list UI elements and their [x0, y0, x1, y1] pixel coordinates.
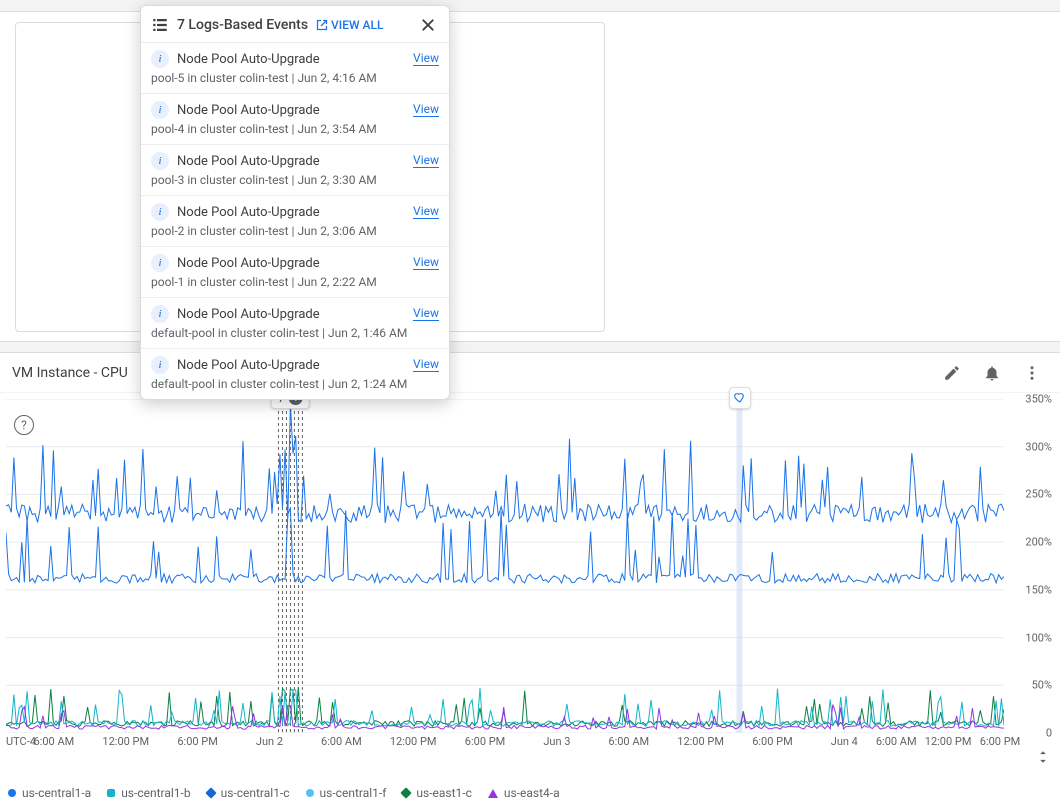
- x-tick-label: 6:00 AM: [321, 735, 362, 748]
- event-view-link[interactable]: View: [413, 204, 439, 219]
- event-subtext: pool-4 in cluster colin-test | Jun 2, 3:…: [151, 122, 439, 136]
- chart-plot[interactable]: 7 i: [6, 399, 1004, 733]
- info-icon: i: [151, 356, 169, 374]
- x-tick-label: 6:00 PM: [465, 735, 505, 748]
- event-view-link[interactable]: View: [413, 153, 439, 168]
- event-view-link[interactable]: View: [413, 51, 439, 66]
- events-view-all-link[interactable]: VIEW ALL: [316, 18, 383, 32]
- x-tick-label: 6:00 AM: [876, 735, 917, 748]
- legend-swatch: [8, 789, 16, 797]
- events-popup: 7 Logs-Based Events VIEW ALL i Node Pool …: [140, 5, 450, 400]
- event-subtext: pool-1 in cluster colin-test | Jun 2, 2:…: [151, 275, 439, 289]
- x-tick-label: 12:00 PM: [677, 735, 724, 748]
- x-tick-label: 6:00 PM: [752, 735, 792, 748]
- events-popup-title: 7 Logs-Based Events: [177, 17, 308, 33]
- y-tick-label: 0: [1046, 727, 1052, 740]
- edit-icon[interactable]: [936, 357, 968, 389]
- legend-swatch: [488, 789, 498, 798]
- legend-item[interactable]: us-central1-f: [306, 786, 387, 800]
- more-icon[interactable]: [1016, 357, 1048, 389]
- event-row: i Node Pool Auto-Upgrade View default-pool …: [141, 348, 449, 399]
- event-subtext: default-pool in cluster colin-test | Jun…: [151, 377, 439, 391]
- event-name: Node Pool Auto-Upgrade: [177, 154, 320, 169]
- event-subtext: pool-2 in cluster colin-test | Jun 2, 3:…: [151, 224, 439, 238]
- legend-item[interactable]: us-central1-a: [8, 786, 91, 800]
- event-name: Node Pool Auto-Upgrade: [177, 52, 320, 67]
- legend-item[interactable]: us-central1-c: [207, 786, 290, 800]
- event-name: Node Pool Auto-Upgrade: [177, 256, 320, 271]
- expand-vertical-icon[interactable]: [1036, 749, 1050, 765]
- y-tick-label: 50%: [1032, 679, 1052, 692]
- legend-item[interactable]: us-east4-a: [488, 786, 560, 800]
- y-tick-label: 200%: [1025, 536, 1052, 549]
- bell-icon[interactable]: [976, 357, 1008, 389]
- timeline-icon: [151, 16, 169, 34]
- legend-swatch: [401, 787, 412, 798]
- legend-item[interactable]: us-east1-c: [402, 786, 471, 800]
- x-tick-label: 6:00 PM: [980, 735, 1020, 748]
- event-row: i Node Pool Auto-Upgrade View pool-5 in clu…: [141, 42, 449, 93]
- event-subtext: default-pool in cluster colin-test | Jun…: [151, 326, 439, 340]
- event-row: i Node Pool Auto-Upgrade View pool-2 in clu…: [141, 195, 449, 246]
- legend-swatch: [107, 789, 115, 797]
- chart-body: ? 7 i 350%300%250%200%150%100%50%0 UTC-4…: [0, 393, 1060, 773]
- y-tick-label: 250%: [1025, 488, 1052, 501]
- y-tick-label: 100%: [1025, 631, 1052, 644]
- x-tick-label: 12:00 PM: [925, 735, 972, 748]
- event-row: i Node Pool Auto-Upgrade View pool-4 in clu…: [141, 93, 449, 144]
- event-subtext: pool-3 in cluster colin-test | Jun 2, 3:…: [151, 173, 439, 187]
- legend-label: us-central1-f: [320, 786, 387, 800]
- timezone-label: UTC-4: [6, 735, 36, 748]
- event-view-link[interactable]: View: [413, 306, 439, 321]
- event-subtext: pool-5 in cluster colin-test | Jun 2, 4:…: [151, 71, 439, 85]
- legend-item[interactable]: us-central1-b: [107, 786, 190, 800]
- info-icon: i: [151, 203, 169, 221]
- event-view-link[interactable]: View: [413, 102, 439, 117]
- events-popup-header: 7 Logs-Based Events VIEW ALL: [141, 6, 449, 42]
- event-name: Node Pool Auto-Upgrade: [177, 358, 320, 373]
- x-tick-label: Jun 4: [831, 735, 858, 748]
- event-view-link[interactable]: View: [413, 357, 439, 372]
- event-row: i Node Pool Auto-Upgrade View pool-3 in clu…: [141, 144, 449, 195]
- info-icon: i: [151, 254, 169, 272]
- x-tick-label: 6:00 PM: [177, 735, 217, 748]
- x-tick-label: 12:00 PM: [390, 735, 437, 748]
- info-icon: i: [151, 152, 169, 170]
- chart-title: VM Instance - CPU: [12, 365, 128, 381]
- legend-label: us-east4-a: [504, 786, 560, 800]
- x-tick-label: Jun 3: [543, 735, 570, 748]
- x-axis-labels: UTC-46:00 AM12:00 PM6:00 PMJun 26:00 AM1…: [6, 735, 1004, 751]
- x-tick-label: 12:00 PM: [102, 735, 149, 748]
- close-icon[interactable]: [417, 14, 439, 36]
- legend-label: us-central1-a: [22, 786, 91, 800]
- y-tick-label: 300%: [1025, 440, 1052, 453]
- x-tick-label: Jun 2: [256, 735, 283, 748]
- event-row: i Node Pool Auto-Upgrade View pool-1 in clu…: [141, 246, 449, 297]
- chart-card: VM Instance - CPU ? 7 i 350%300%250%200%…: [0, 352, 1060, 804]
- event-name: Node Pool Auto-Upgrade: [177, 103, 320, 118]
- legend-label: us-central1-b: [121, 786, 190, 800]
- legend-label: us-east1-c: [416, 786, 471, 800]
- y-tick-label: 150%: [1025, 583, 1052, 596]
- event-name: Node Pool Auto-Upgrade: [177, 205, 320, 220]
- legend-swatch: [306, 789, 314, 797]
- legend-label: us-central1-c: [221, 786, 290, 800]
- info-icon: i: [151, 305, 169, 323]
- info-icon: i: [151, 50, 169, 68]
- y-axis-labels: 350%300%250%200%150%100%50%0: [1006, 399, 1054, 733]
- x-tick-label: 6:00 AM: [34, 735, 75, 748]
- legend-swatch: [205, 787, 216, 798]
- x-tick-label: 6:00 AM: [608, 735, 649, 748]
- event-view-link[interactable]: View: [413, 255, 439, 270]
- favorite-chip[interactable]: [729, 387, 751, 409]
- y-tick-label: 350%: [1025, 393, 1052, 406]
- event-name: Node Pool Auto-Upgrade: [177, 307, 320, 322]
- chart-legend: us-central1-a us-central1-b us-central1-c u…: [8, 786, 560, 800]
- event-row: i Node Pool Auto-Upgrade View default-pool …: [141, 297, 449, 348]
- info-icon: i: [151, 101, 169, 119]
